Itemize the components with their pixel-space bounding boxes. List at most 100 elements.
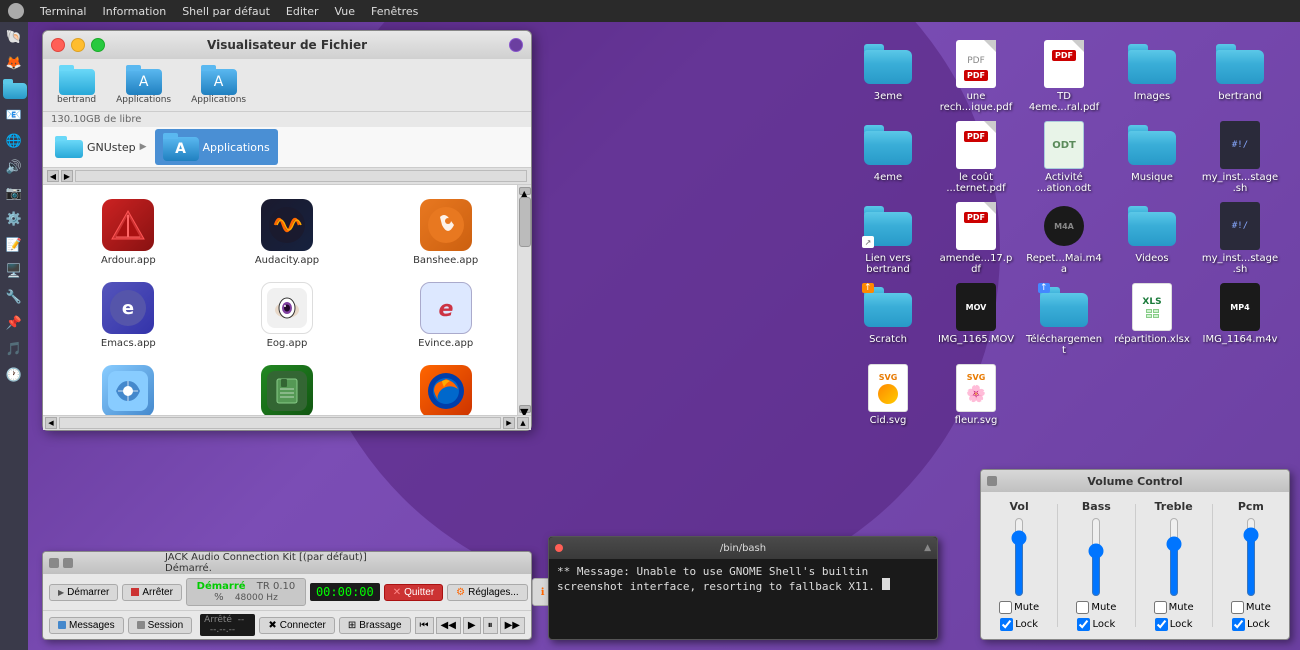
pcm-lock-checkbox[interactable]	[1232, 618, 1245, 631]
pcm-slider[interactable]	[1241, 517, 1261, 597]
app-icon-ardour[interactable]: Ardour.app	[51, 193, 206, 272]
toolbar-folder-apps2[interactable]: A Applications	[185, 63, 252, 107]
desktop-icon-pdf2[interactable]: PDF TD 4eme...ral.pdf	[1024, 40, 1104, 113]
desktop-icon-svg1[interactable]: SVG Cid.svg	[848, 364, 928, 426]
desktop-icon-bertrand[interactable]: bertrand	[1200, 40, 1280, 113]
win-close-button[interactable]	[51, 38, 65, 52]
bass-slider[interactable]	[1086, 517, 1106, 597]
terminal-close-button[interactable]	[555, 544, 563, 552]
jack-mix-button[interactable]: ⊞ Brassage	[339, 617, 411, 634]
app-icon-exoopen[interactable]: Exo-open.app	[51, 359, 206, 415]
jack-settings-button[interactable]: ⚙ Réglages...	[447, 584, 528, 601]
jack-prev-button[interactable]: ⏮	[415, 617, 434, 634]
desktop-icon-pdf1[interactable]: PDFPDF une rech...ique.pdf	[936, 40, 1016, 113]
volume-close-button[interactable]	[987, 476, 997, 486]
win-theme-btn[interactable]	[509, 38, 523, 52]
bottom-scroll-right[interactable]: ▶	[503, 417, 515, 429]
taskbar-icon-8[interactable]: 📝	[3, 234, 25, 256]
desktop-icon-shell2[interactable]: #!/ my_inst...stage.sh	[1200, 202, 1280, 275]
jack-ff-button[interactable]: ▶▶	[500, 617, 525, 634]
desktop-icon-3eme[interactable]: 3eme	[848, 40, 928, 113]
desktop-icon-xlsx[interactable]: XLS répartition.xlsx	[1112, 283, 1192, 356]
desktop-icon-odt[interactable]: ODT Activité ...ation.odt	[1024, 121, 1104, 194]
win-maximize-button[interactable]	[91, 38, 105, 52]
app-icon-banshee[interactable]: Banshee.app	[368, 193, 523, 272]
toolbar-folder-bertrand[interactable]: bertrand	[51, 63, 102, 107]
hscroll-right[interactable]: ▶	[61, 170, 73, 182]
desktop-icon-pdf4[interactable]: PDF amende...17.pdf	[936, 202, 1016, 275]
desktop-icon-images[interactable]: Images	[1112, 40, 1192, 113]
vscroll-down-btn[interactable]: ▼	[519, 405, 531, 413]
jack-minimize-button[interactable]	[49, 558, 59, 568]
treble-lock-checkbox[interactable]	[1155, 618, 1168, 631]
desktop-icon-svg2[interactable]: SVG 🌸 fleur.svg	[936, 364, 1016, 426]
taskbar-icon-5[interactable]: 🔊	[3, 156, 25, 178]
jack-pause-button[interactable]: ⏸	[483, 617, 498, 634]
taskbar-icon-0[interactable]: 🐚	[3, 26, 25, 48]
desktop-icon-musique[interactable]: Musique	[1112, 121, 1192, 194]
jack-start-button[interactable]: ▶ Démarrer	[49, 584, 118, 601]
desktop-icon-scratch[interactable]: ↑ Scratch	[848, 283, 928, 356]
taskbar-icon-13[interactable]: 🕐	[3, 364, 25, 386]
pcm-mute-checkbox[interactable]	[1231, 601, 1244, 614]
pcm-slider-container[interactable]	[1241, 517, 1261, 597]
taskbar-icon-12[interactable]: 🎵	[3, 338, 25, 360]
app-icon-emacs[interactable]: e Emacs.app	[51, 276, 206, 355]
bottom-scroll-left[interactable]: ◀	[45, 417, 57, 429]
nav-folder-gnustep[interactable]: GNUstep ▶	[47, 132, 155, 162]
bass-mute-checkbox[interactable]	[1076, 601, 1089, 614]
desktop-icon-videos[interactable]: Videos	[1112, 202, 1192, 275]
taskbar-icon-1[interactable]: 🦊	[3, 52, 25, 74]
jack-messages-button[interactable]: Messages	[49, 617, 124, 634]
taskbar-icon-3[interactable]: 📧	[3, 104, 25, 126]
menu-shell[interactable]: Shell par défaut	[182, 5, 270, 18]
toolbar-folder-apps1[interactable]: A Applications	[110, 63, 177, 107]
vol-mute-checkbox[interactable]	[999, 601, 1012, 614]
app-icon-evince[interactable]: e Evince.app	[368, 276, 523, 355]
taskbar-icon-10[interactable]: 🔧	[3, 286, 25, 308]
treble-slider-container[interactable]	[1164, 517, 1184, 597]
taskbar-icon-2[interactable]	[3, 78, 25, 100]
taskbar-icon-4[interactable]: 🌐	[3, 130, 25, 152]
treble-slider[interactable]	[1164, 517, 1184, 597]
treble-mute-checkbox[interactable]	[1154, 601, 1167, 614]
taskbar-icon-7[interactable]: ⚙️	[3, 208, 25, 230]
jack-stop-button[interactable]: Arrêter	[122, 584, 182, 601]
jack-connect-button[interactable]: ✖ Connecter	[259, 617, 335, 634]
bass-slider-container[interactable]	[1086, 517, 1106, 597]
jack-quit-button[interactable]: ✕ Quitter	[384, 584, 443, 601]
nav-folder-applications[interactable]: A Applications	[155, 129, 278, 165]
jack-rewind-button[interactable]: ◀◀	[436, 617, 461, 634]
desktop-icon-shell1[interactable]: #!/ my_inst...stage.sh	[1200, 121, 1280, 194]
desktop-icon-mp4[interactable]: MP4 IMG_1164.m4v	[1200, 283, 1280, 356]
menu-information[interactable]: Information	[103, 5, 167, 18]
app-icon-fileroller[interactable]: File-roller.app	[210, 359, 365, 415]
hscroll-track[interactable]	[75, 170, 527, 182]
jack-close-button[interactable]	[63, 558, 73, 568]
menu-vue[interactable]: Vue	[335, 5, 356, 18]
vol-slider[interactable]	[1009, 517, 1029, 597]
bottom-scroll-up[interactable]: ▲	[517, 417, 529, 429]
vscroll-thumb[interactable]	[519, 197, 531, 247]
app-icon-audacity[interactable]: Audacity.app	[210, 193, 365, 272]
jack-session-button[interactable]: Session	[128, 617, 193, 634]
vscroll-up-btn[interactable]: ▲	[519, 187, 531, 195]
desktop-icon-telechargement[interactable]: ↑ Téléchargement	[1024, 283, 1104, 356]
desktop-icon-pdf3[interactable]: PDF le coût ...ternet.pdf	[936, 121, 1016, 194]
bottom-scroll-track[interactable]	[59, 417, 501, 429]
taskbar-icon-6[interactable]: 📷	[3, 182, 25, 204]
app-icon-firefox[interactable]: Firefox.app	[368, 359, 523, 415]
vol-slider-container[interactable]	[1009, 517, 1029, 597]
menu-editer[interactable]: Editer	[286, 5, 319, 18]
desktop-icon-lien-bertrand[interactable]: ↗ Lien vers bertrand	[848, 202, 928, 275]
desktop-icon-mov[interactable]: MOV IMG_1165.MOV	[936, 283, 1016, 356]
vol-lock-checkbox[interactable]	[1000, 618, 1013, 631]
app-icon-eog[interactable]: Eog.app	[210, 276, 365, 355]
menu-terminal[interactable]: Terminal	[40, 5, 87, 18]
menu-fenetres[interactable]: Fenêtres	[371, 5, 418, 18]
taskbar-icon-9[interactable]: 🖥️	[3, 260, 25, 282]
win-minimize-button[interactable]	[71, 38, 85, 52]
jack-play-button[interactable]: ▶	[463, 617, 481, 634]
desktop-icon-m4a[interactable]: M4A Repet...Mai.m4a	[1024, 202, 1104, 275]
filemanager-vscroll[interactable]: ▲ ▼	[517, 185, 531, 415]
